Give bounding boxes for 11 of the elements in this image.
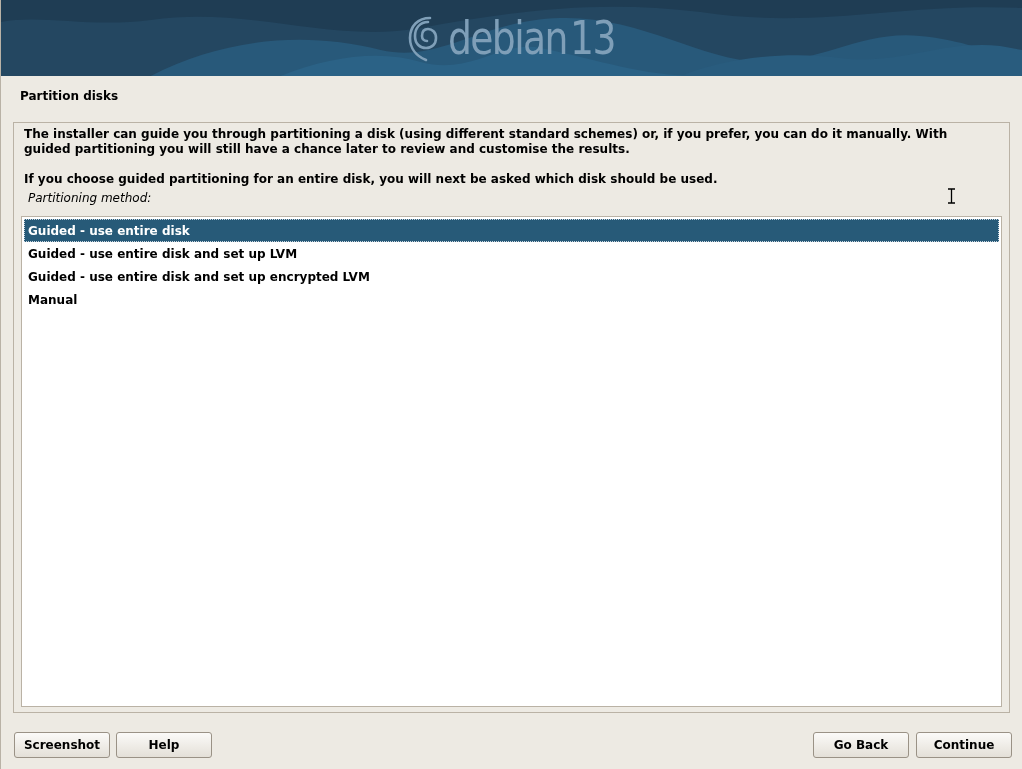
- instruction-text: The installer can guide you through partitioning a disk (using different standard schemes) or, if you prefer, you can do it manually. With guided partitioning you will still have a chance later to review and customise the results.: [24, 127, 949, 157]
- dialog-button[interactable]: Screenshot: [14, 732, 110, 758]
- dialog-button[interactable]: Go Back: [813, 732, 909, 758]
- page-title: Partition disks: [20, 89, 119, 103]
- list-option[interactable]: Guided - use entire disk: [24, 219, 999, 242]
- dialog-button[interactable]: Continue: [916, 732, 1012, 758]
- text-cursor-icon: [947, 188, 956, 204]
- logo-text: debian13: [447, 15, 615, 61]
- list-label: Partitioning method:: [28, 191, 152, 206]
- instruction-text: If you choose guided partitioning for an entire disk, you will next be asked which disk should be used.: [24, 172, 719, 187]
- dialog-button[interactable]: Help: [116, 732, 212, 758]
